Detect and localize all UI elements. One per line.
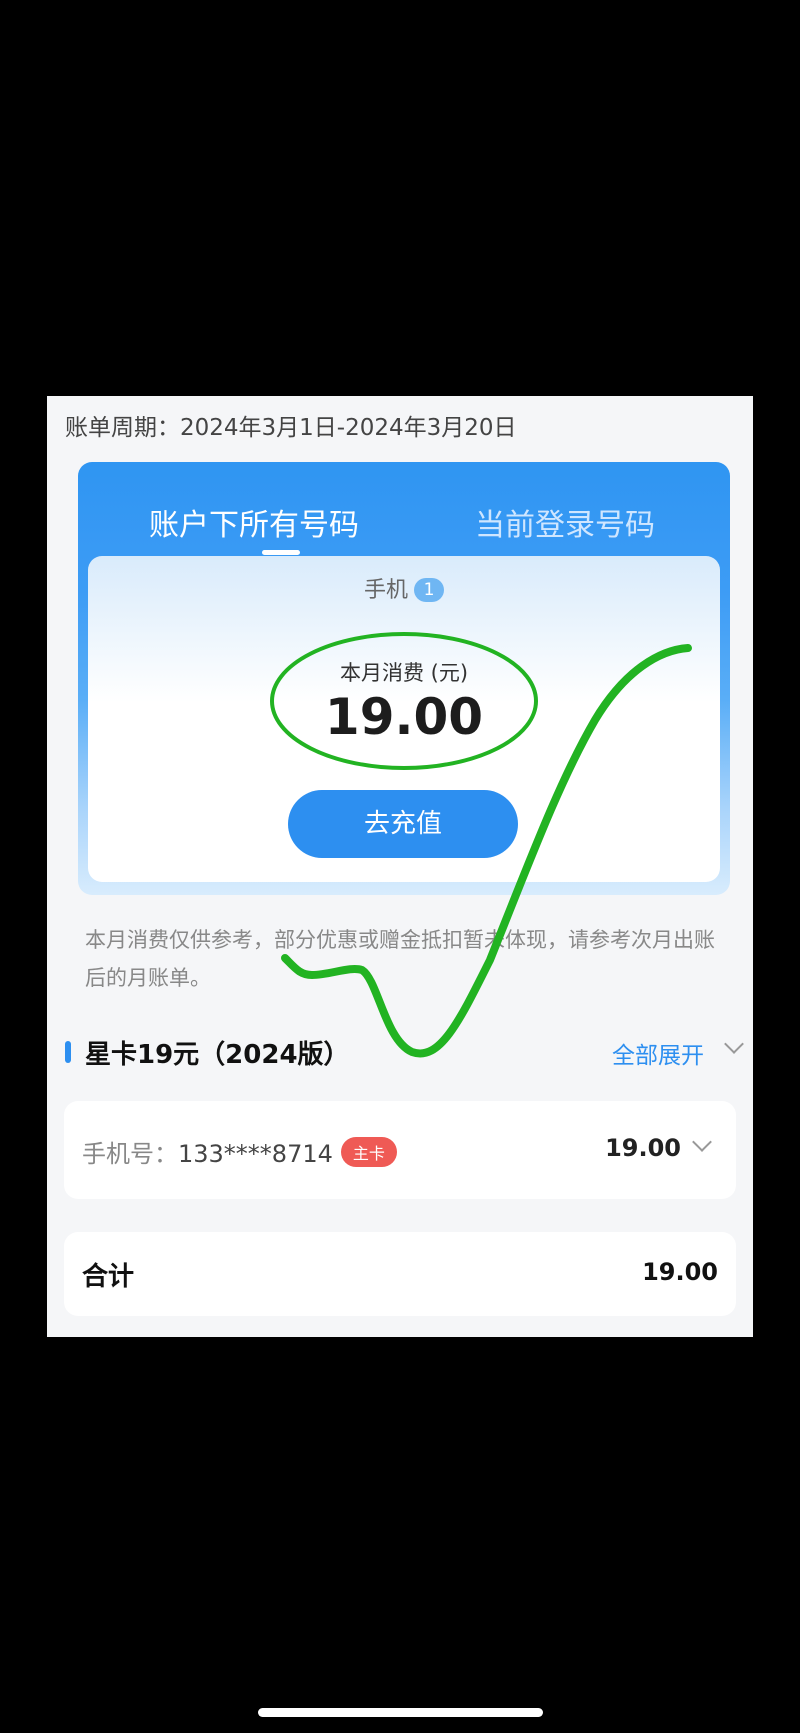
- recharge-button[interactable]: 去充值: [288, 790, 518, 858]
- monthly-spend-value: 19.00: [324, 688, 484, 746]
- phone-number: 手机号：133****8714 主卡: [82, 1134, 397, 1169]
- total-amount: 19.00: [642, 1258, 718, 1286]
- home-indicator[interactable]: [258, 1708, 543, 1717]
- main-card-badge: 主卡: [340, 1137, 397, 1167]
- phone-line-row[interactable]: 手机号：133****8714 主卡 19.00: [64, 1101, 736, 1199]
- spend-disclaimer: 本月消费仅供参考，部分优惠或赠金抵扣暂未体现，请参考次月出账后的月账单。: [85, 928, 715, 990]
- tab-all-numbers[interactable]: 账户下所有号码: [149, 500, 359, 544]
- phone-number-value: 133****8714: [178, 1140, 333, 1168]
- billing-period: 账单周期：2024年3月1日-2024年3月20日: [65, 415, 517, 441]
- chevron-down-icon[interactable]: [724, 1034, 744, 1054]
- phone-label: 手机: [363, 578, 408, 603]
- chevron-down-icon[interactable]: [692, 1132, 712, 1152]
- expand-all-button[interactable]: 全部展开: [612, 1036, 704, 1070]
- phone-number-label: 手机号：: [82, 1140, 178, 1168]
- monthly-spend-label: 本月消费 (元): [339, 661, 469, 685]
- active-tab-indicator: [262, 550, 300, 555]
- spend-panel: 手机 1 本月消费 (元) 19.00 去充值: [88, 556, 720, 882]
- phone-count-row: 手机 1: [88, 572, 720, 604]
- phone-line-amount: 19.00: [605, 1134, 681, 1162]
- total-row: 合计 19.00: [64, 1232, 736, 1316]
- app-screen: 账单周期：2024年3月1日-2024年3月20日 账户下所有号码 当前登录号码…: [47, 396, 753, 1337]
- plan-title: 星卡19元（2024版）: [85, 1040, 350, 1070]
- phone-count-badge: 1: [414, 578, 444, 602]
- account-summary-card: 账户下所有号码 当前登录号码 手机 1 本月消费 (元) 19.00 去充值: [78, 462, 730, 895]
- tab-current-number[interactable]: 当前登录号码: [475, 500, 655, 544]
- section-marker: [65, 1041, 71, 1063]
- total-label: 合计: [82, 1262, 135, 1292]
